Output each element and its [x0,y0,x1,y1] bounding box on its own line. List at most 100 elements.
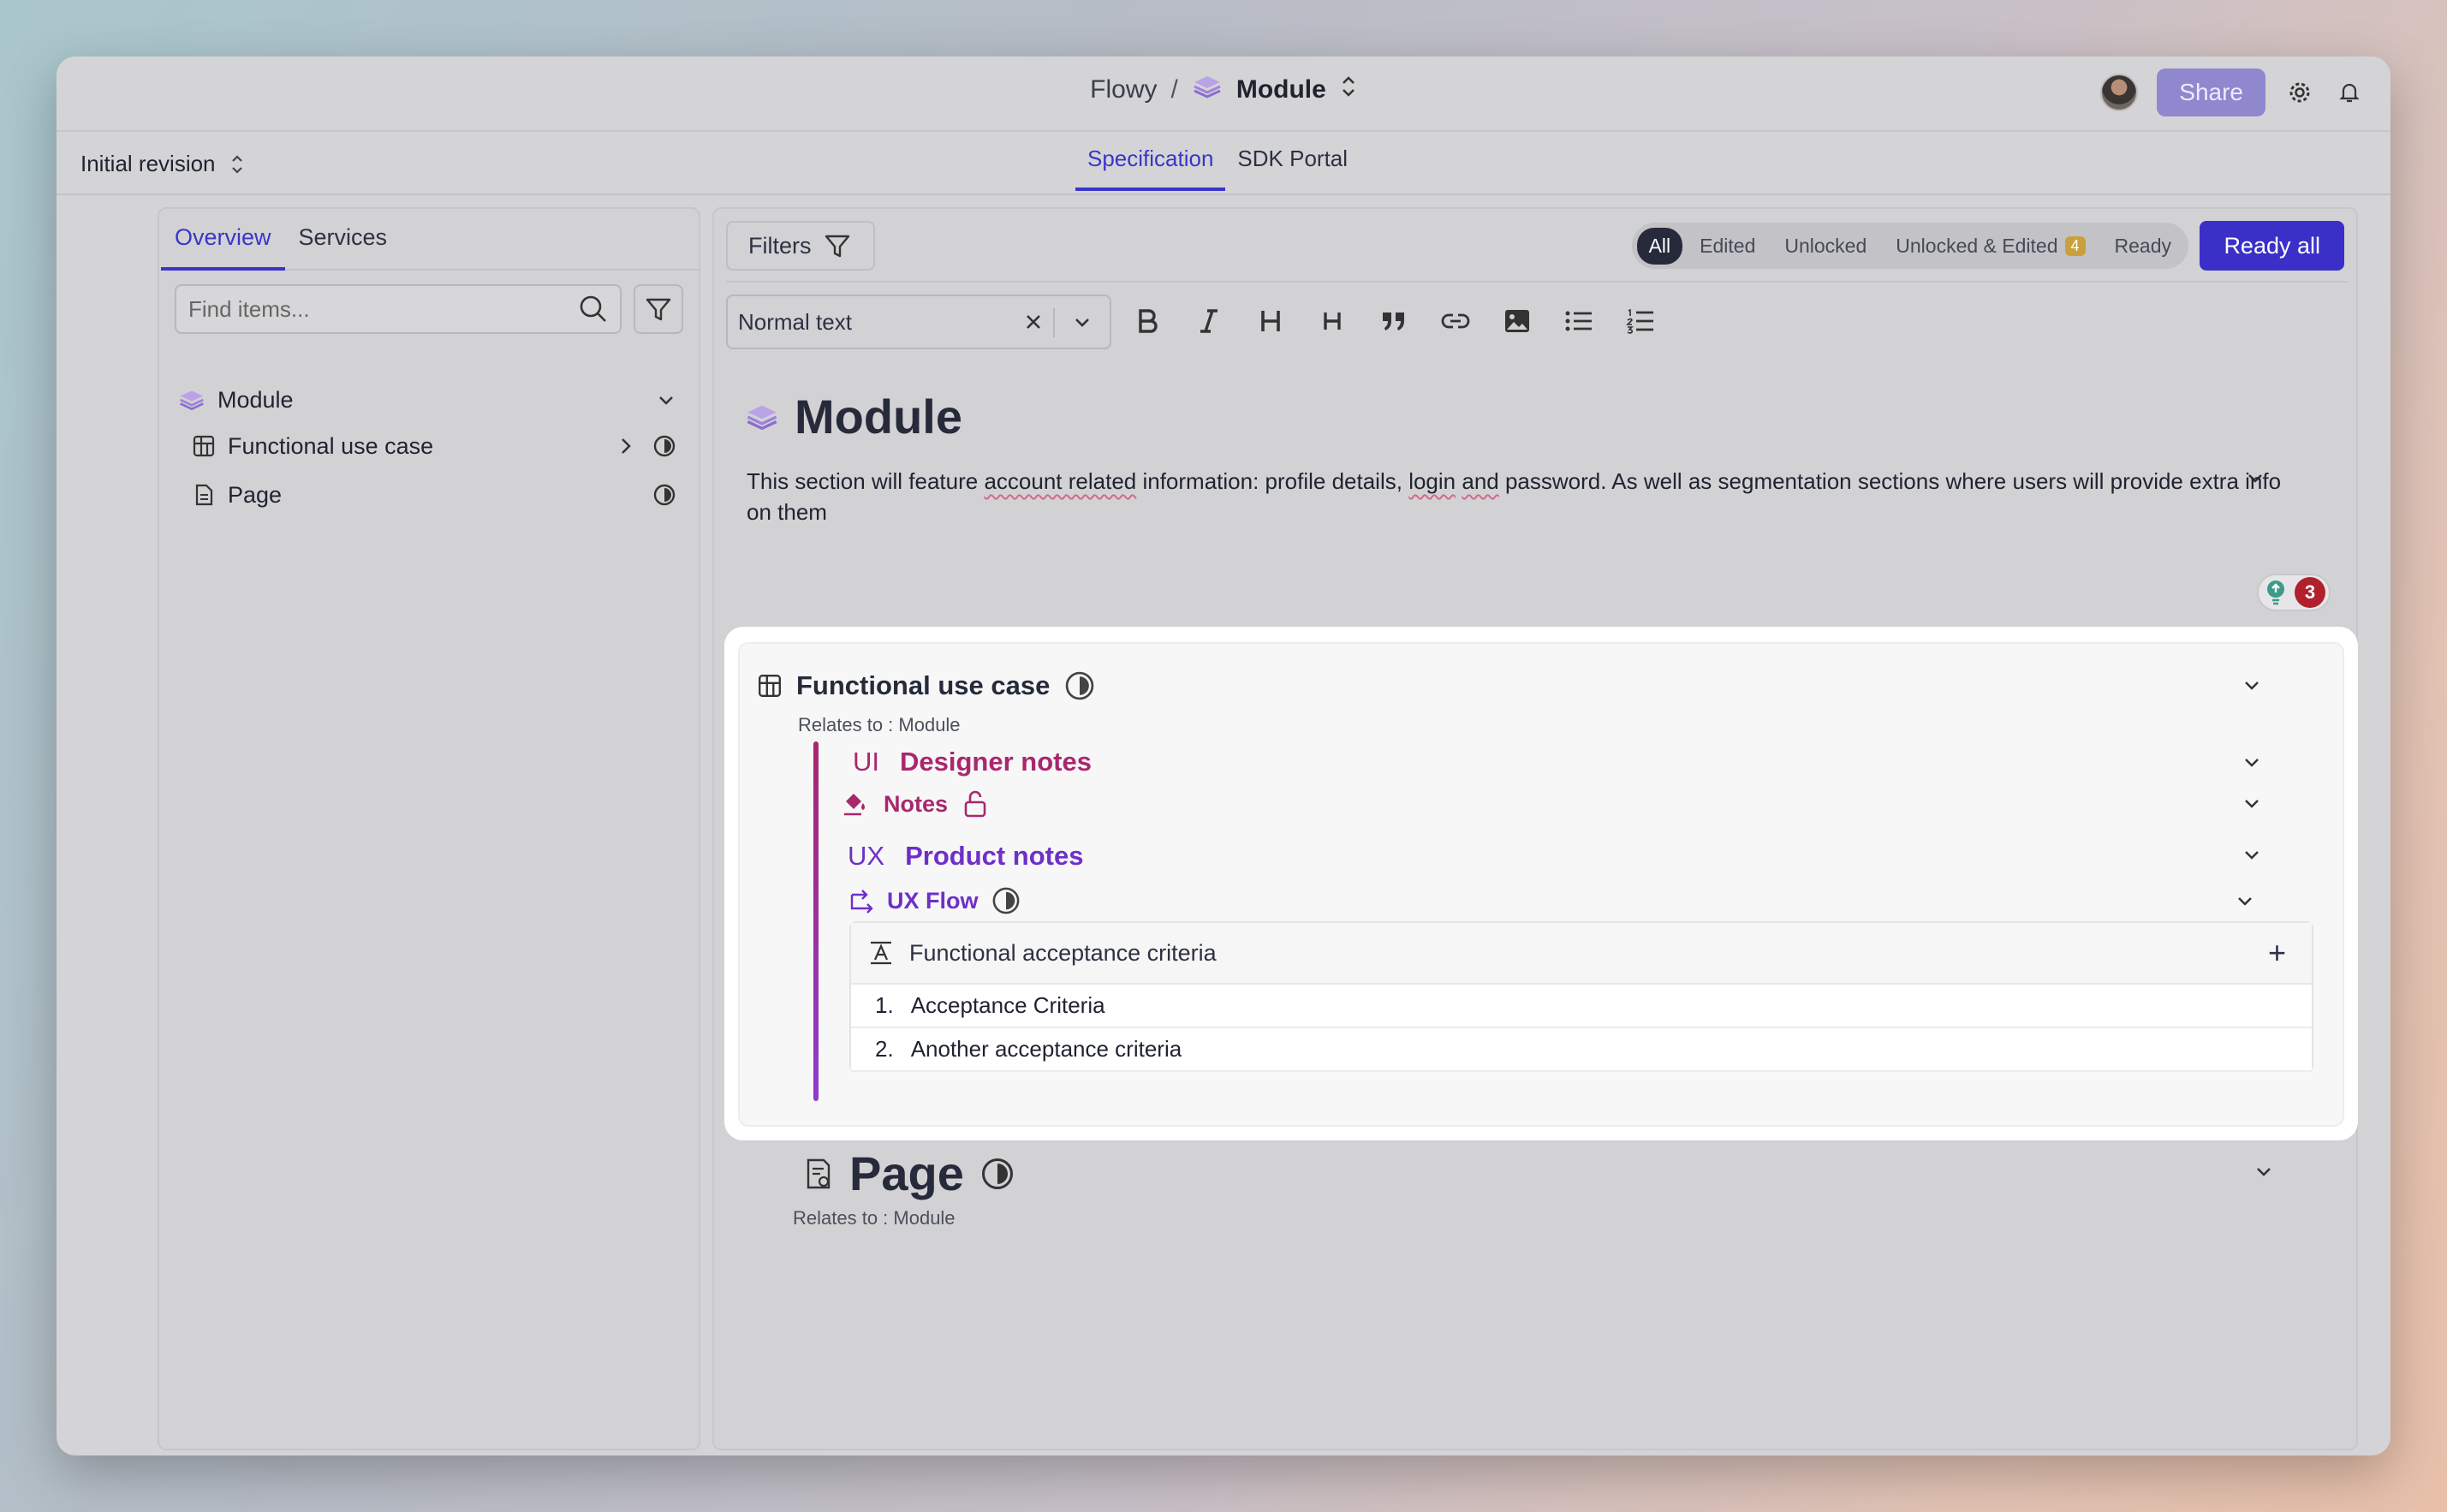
breadcrumb-current[interactable]: Module [1236,75,1326,104]
share-button[interactable]: Share [2157,68,2265,116]
table-icon [759,675,781,697]
ux-flow-label: UX Flow [887,887,979,914]
chevron-down-icon[interactable] [1072,312,1093,332]
module-description[interactable]: This section will feature account relate… [747,466,2305,527]
chevron-down-icon[interactable] [2242,752,2262,772]
ui-tag: UI [853,747,879,777]
link-button[interactable] [1437,301,1474,341]
quote-icon [1383,313,1404,330]
filter-icon [825,235,849,258]
acceptance-criteria-title: Functional acceptance criteria [909,939,1217,966]
italic-button[interactable] [1190,301,1228,341]
filters-button[interactable]: Filters [726,221,875,271]
text-style-select[interactable]: Normal text [726,295,1111,349]
chip-label: Unlocked & Edited [1896,234,2058,257]
chevron-down-icon[interactable] [2242,793,2262,813]
page-settings-icon [807,1158,831,1188]
revision-label: Initial revision [80,151,216,176]
half-circle-status-icon[interactable] [979,1156,1015,1192]
list-item-number: 1. [875,992,894,1018]
chevron-down-icon[interactable] [2242,844,2262,865]
numbered-list-button[interactable] [1622,301,1659,341]
chip-edited[interactable]: Edited [1688,228,1767,265]
filter-icon [646,298,671,321]
list-item-number: 2. [875,1036,894,1062]
tab-overview[interactable]: Overview [161,209,285,271]
bold-button[interactable] [1128,301,1166,341]
relates-to-label: Relates to : Module [798,714,961,735]
divider [57,193,2390,195]
text-format-icon [871,941,891,965]
image-icon [1505,310,1529,332]
text-style-value: Normal text [738,308,852,335]
notes-accent-bar [813,741,819,1101]
chevron-down-icon[interactable] [2254,1161,2274,1182]
heading-icon [1261,311,1280,331]
list-item[interactable]: 1. Acceptance Criteria [851,985,2312,1028]
tree-item-functional-use-case[interactable]: Functional use case [178,423,683,469]
breadcrumb: Flowy / Module [57,74,2390,106]
chevron-updown-icon[interactable] [1340,74,1357,105]
search-placeholder: Find items... [188,295,310,322]
gear-icon[interactable] [2284,77,2315,108]
module-icon [180,390,204,411]
product-notes-title: Product notes [905,841,1084,871]
section-title: Functional use case [796,670,1051,700]
chevron-right-icon[interactable] [616,436,635,456]
chevron-down-icon[interactable] [2242,675,2262,695]
breadcrumb-separator: / [1170,75,1178,104]
half-circle-status-icon[interactable] [991,885,1021,916]
heading1-button[interactable] [1252,301,1289,341]
chevron-updown-icon [231,154,242,174]
count-badge: 4 [2064,235,2086,256]
add-icon[interactable]: + [2268,935,2286,971]
lightbulb-icon [2262,579,2289,606]
italic-icon [1200,309,1218,333]
tree-item-label: Functional use case [228,432,434,459]
tree-item-module[interactable]: Module [178,377,683,423]
chip-all[interactable]: All [1636,227,1683,265]
breadcrumb-root[interactable]: Flowy [1090,75,1157,104]
search-input[interactable]: Find items... [175,284,622,334]
tree-item-page[interactable]: Page [178,469,683,521]
chip-ready[interactable]: Ready [2103,228,2183,265]
sidebar-tabs: Overview Services [161,209,700,271]
link-icon [1441,313,1470,329]
heading-icon [1324,313,1341,330]
revision-selector[interactable]: Initial revision [80,151,245,177]
chip-unlocked[interactable]: Unlocked [1772,228,1878,265]
chevron-down-icon[interactable] [656,390,676,410]
chip-unlocked-edited[interactable]: Unlocked & Edited 4 [1884,228,2097,265]
avatar[interactable] [2100,74,2139,111]
ready-all-button[interactable]: Ready all [2200,221,2344,271]
functional-use-case-heading: Functional use case [757,670,1096,702]
close-icon[interactable] [1024,313,1043,331]
app-window: Flowy / Module Share Initial revision Sp… [57,57,2390,1455]
filters-label: Filters [748,232,812,259]
suggestions-badge[interactable]: 3 [2257,574,2331,611]
tab-services[interactable]: Services [285,209,402,271]
heading2-button[interactable] [1313,301,1351,341]
tab-specification[interactable]: Specification [1075,146,1226,191]
module-icon [1192,74,1223,106]
bullet-list-button[interactable] [1560,301,1598,341]
image-button[interactable] [1498,301,1536,341]
flow-arrows-icon [850,890,873,914]
filter-button[interactable] [634,284,683,334]
page-title: Module [795,390,962,443]
acceptance-criteria-header: Functional acceptance criteria + [851,923,2312,985]
tree-item-label: Module [217,386,294,413]
list-item[interactable]: 2. Another acceptance criteria [851,1028,2312,1072]
designer-notes-title: Designer notes [900,747,1092,777]
designer-notes-heading: UI Designer notes [853,747,1092,777]
tree: Module Functional use case Page [178,377,683,521]
half-circle-status-icon [653,435,676,457]
bell-icon[interactable] [2334,77,2365,108]
unlock-icon[interactable] [962,789,989,819]
chevron-down-icon[interactable] [2235,890,2255,911]
module-icon [747,405,777,430]
tab-sdk-portal[interactable]: SDK Portal [1225,146,1360,191]
quote-button[interactable] [1375,301,1413,341]
page-section-title: Page [849,1146,964,1200]
half-circle-status-icon[interactable] [1063,670,1096,702]
